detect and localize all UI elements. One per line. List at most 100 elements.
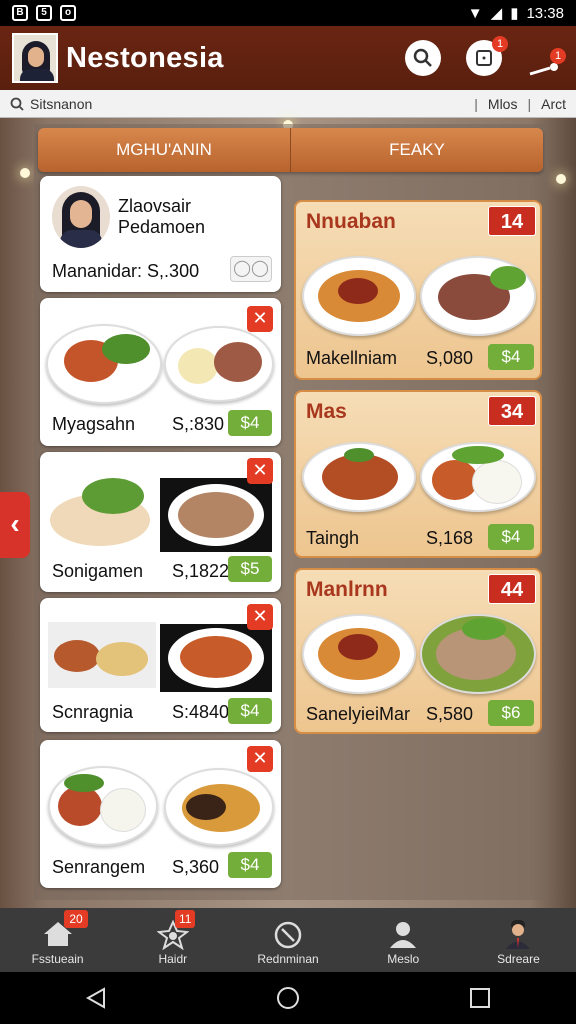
signal-icon: ◢	[490, 5, 503, 22]
nav-label: Fsstueain	[31, 952, 84, 966]
price-tag[interactable]: $4	[488, 344, 534, 370]
search-link-2[interactable]: Arct	[541, 96, 566, 112]
featured-badge: 34	[488, 396, 536, 426]
price-tag[interactable]: $4	[228, 410, 272, 436]
nav-item-home[interactable]: 20 Fsstueain	[0, 908, 115, 972]
remove-button[interactable]: ✕	[247, 746, 273, 772]
app-title: Nestonesia	[66, 41, 224, 74]
tab-feaky[interactable]: FEAKY	[290, 128, 543, 172]
item-price: S,1822	[172, 561, 230, 581]
toggle-icon[interactable]: ◯◯	[230, 256, 272, 282]
category-tabs: MGHU'ANIN FEAKY	[38, 128, 543, 172]
nav-label: Meslo	[387, 952, 420, 966]
notifications-button[interactable]: 1	[466, 36, 508, 76]
search-icon	[413, 48, 432, 67]
notification-icon: 5	[36, 5, 52, 21]
notification-badge: 1	[492, 36, 508, 52]
nav-item-rednminan[interactable]: Rednminan	[230, 908, 345, 972]
price-tag[interactable]: $6	[488, 700, 534, 726]
price-tag[interactable]: $5	[228, 556, 272, 582]
dish-image	[302, 442, 416, 512]
menu-item-card[interactable]: ✕ Senrangem S,360 $4	[40, 740, 281, 888]
search-input[interactable]: Sitsnanon	[30, 96, 92, 112]
price-tag[interactable]: $4	[228, 852, 272, 878]
item-name: Scnragnia	[52, 702, 134, 722]
camera-icon: o	[60, 5, 76, 21]
notification-icon: B	[12, 5, 28, 21]
status-time: 13:38	[526, 4, 564, 22]
nav-item-haidr[interactable]: 11 Haidr	[115, 908, 230, 972]
featured-name: Taingh	[306, 528, 360, 548]
item-name: Senrangem	[52, 857, 146, 877]
battery-icon: ▮	[510, 5, 519, 22]
remove-button[interactable]: ✕	[247, 306, 273, 332]
alerts-button[interactable]: 1	[528, 48, 566, 78]
inbox-icon	[476, 50, 492, 66]
item-price: S,360	[172, 857, 220, 877]
profile-photo	[52, 186, 110, 248]
featured-item-card[interactable]: Mas 34 Taingh S,168 $4	[294, 390, 542, 558]
nav-badge: 11	[175, 910, 196, 928]
featured-title: Manlrnn	[306, 578, 388, 601]
profile-name-2: Pedamoen	[118, 217, 206, 237]
featured-name: Makellniam	[306, 348, 398, 368]
item-price: S:4840	[172, 702, 230, 722]
home-circle-icon[interactable]	[275, 985, 301, 1011]
profile-balance: Mananidar: S,.300	[52, 261, 200, 281]
wifi-icon: ▼	[467, 4, 483, 22]
price-tag[interactable]: $4	[228, 698, 272, 724]
featured-badge: 44	[488, 574, 536, 604]
back-arrow-button[interactable]: ‹	[0, 492, 30, 558]
dish-image	[160, 478, 272, 552]
menu-item-card[interactable]: ✕ Myagsahn S,:830 $4	[40, 298, 281, 446]
featured-price: S,168	[426, 528, 474, 548]
search-button[interactable]	[405, 40, 441, 76]
featured-name: SanelyieiMar	[306, 704, 411, 724]
bottom-nav: 20 Fsstueain 11 Haidr Rednminan Meslo Sd…	[0, 908, 576, 972]
item-name: Myagsahn	[52, 414, 136, 434]
nav-item-meslo[interactable]: Meslo	[346, 908, 461, 972]
timer-icon	[274, 921, 302, 949]
dish-image	[420, 614, 536, 694]
app-bar: Nestonesia 1 1	[0, 26, 576, 90]
dish-image	[420, 256, 536, 336]
dish-image	[164, 326, 274, 402]
featured-title: Nnuaban	[306, 210, 396, 233]
dish-image	[48, 622, 156, 688]
price-tag[interactable]: $4	[488, 524, 534, 550]
remove-button[interactable]: ✕	[247, 604, 273, 630]
dish-image	[46, 324, 162, 404]
menu-item-card[interactable]: ✕ Scnragnia S:4840 $4	[40, 598, 281, 732]
search-link-1[interactable]: Mlos	[488, 96, 518, 112]
profile-name-1: Zlaovsair	[118, 196, 192, 216]
status-icons: B 5 o	[12, 5, 76, 21]
search-bar[interactable]: Sitsnanon | Mlos | Arct	[0, 90, 576, 118]
dish-image	[48, 766, 158, 846]
featured-item-card[interactable]: Nnuaban 14 Makellniam S,080 $4	[294, 200, 542, 380]
dish-image	[420, 442, 536, 512]
item-name: Sonigamen	[52, 561, 144, 581]
dish-image	[164, 768, 274, 846]
item-price: S,:830	[172, 414, 225, 434]
tab-mghuanin[interactable]: MGHU'ANIN	[38, 128, 290, 172]
chevron-left-icon: ‹	[10, 508, 20, 539]
status-bar: B 5 o ▼ ◢ ▮ 13:38	[0, 0, 576, 26]
featured-title: Mas	[306, 400, 347, 423]
system-nav-bar	[0, 972, 576, 1024]
nav-label: Haidr	[158, 952, 188, 966]
menu-item-card[interactable]: ✕ Sonigamen S,1822 $5	[40, 452, 281, 592]
profile-card[interactable]: Zlaovsair Pedamoen Mananidar: S,.300 ◯◯	[40, 176, 281, 292]
nav-item-sdreare[interactable]: Sdreare	[461, 908, 576, 972]
featured-price: S,080	[426, 348, 474, 368]
remove-button[interactable]: ✕	[247, 458, 273, 484]
dish-image	[302, 614, 416, 694]
search-icon	[10, 97, 24, 111]
featured-item-card[interactable]: Manlrnn 44 SanelyieiMar S,580 $6	[294, 568, 542, 734]
dish-image	[46, 476, 154, 554]
alert-badge: 1	[550, 48, 566, 64]
recents-icon[interactable]	[468, 986, 492, 1010]
featured-price: S,580	[426, 704, 474, 724]
back-icon[interactable]	[84, 986, 108, 1010]
dish-image	[302, 256, 416, 336]
profile-avatar[interactable]	[12, 33, 58, 83]
